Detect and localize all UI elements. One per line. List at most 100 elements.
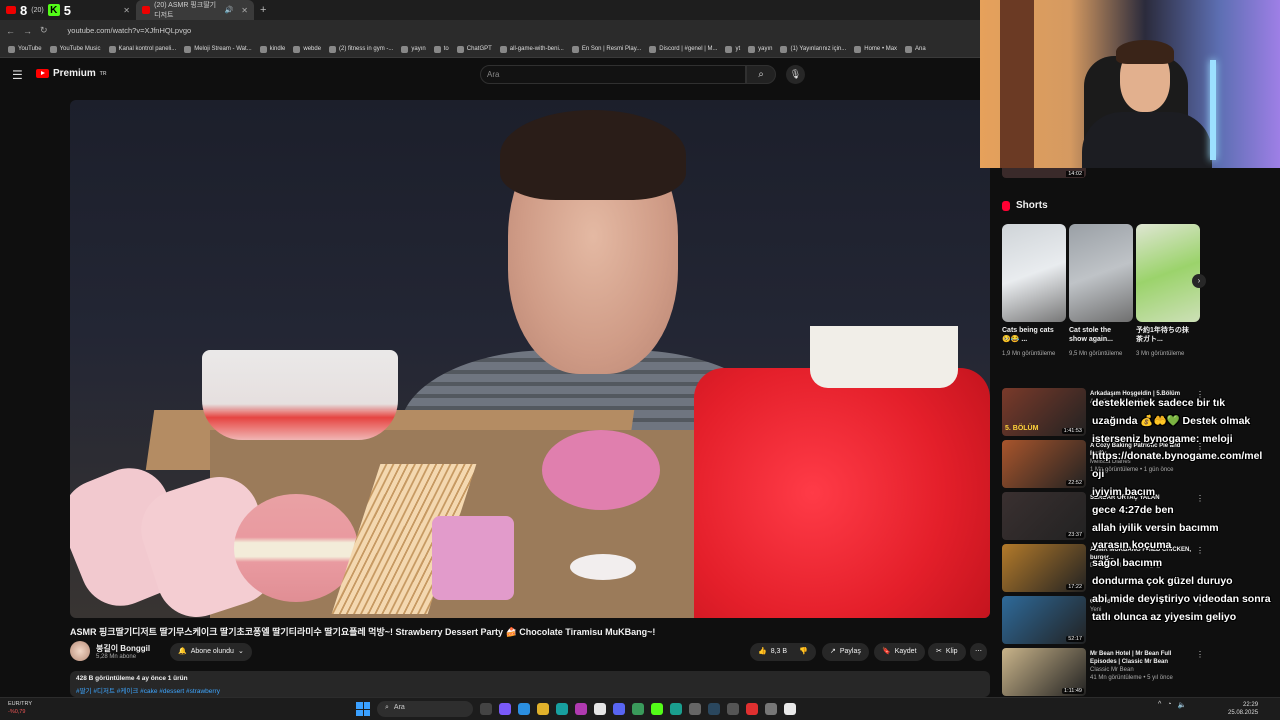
tab-close-icon[interactable]: ✕ bbox=[241, 6, 248, 15]
thumbs-down-icon[interactable]: 👎 bbox=[799, 643, 808, 661]
bookmark-item[interactable]: YouTube bbox=[8, 45, 42, 53]
description-box[interactable]: 428 B görüntüleme 4 ay önce 1 ürün #딸기 #… bbox=[70, 671, 990, 697]
chat-message: uzağında 💰🤲💚 Destek olmak bbox=[1092, 414, 1251, 427]
task-view-icon[interactable] bbox=[480, 703, 492, 715]
clock[interactable]: 22:29 25.08.2025 bbox=[1228, 701, 1258, 717]
clock-time: 22:29 bbox=[1243, 702, 1259, 708]
bookmark-item[interactable]: yayın bbox=[401, 45, 426, 53]
tab-first[interactable]: 8 (20) K 5 ✕ bbox=[0, 0, 136, 20]
bookmark-item[interactable]: En Son | Resmi Play... bbox=[571, 45, 641, 53]
channel-avatar[interactable] bbox=[70, 641, 90, 661]
bookmark-item[interactable]: Meloji Stream - Wat... bbox=[184, 45, 252, 53]
more-actions-button[interactable]: ⋯ bbox=[970, 643, 987, 661]
save-button[interactable]: 🔖 Kaydet bbox=[874, 643, 925, 661]
more-options-icon[interactable]: ⋮ bbox=[1196, 650, 1204, 659]
video-thumbnail[interactable]: 1:11:49 bbox=[1002, 648, 1086, 696]
discord-icon[interactable] bbox=[613, 703, 625, 715]
scissors-icon: ✂ bbox=[936, 648, 942, 655]
video-thumbnail[interactable]: 5. BÖLÜM 1:41:53 bbox=[1002, 388, 1086, 436]
wifi-icon[interactable]: ◔ bbox=[1167, 701, 1171, 709]
taskbar-search[interactable]: ⌕ Ara bbox=[377, 701, 473, 717]
currency-widget[interactable]: EUR/TRY -%0,79 bbox=[8, 700, 32, 716]
chat-message: isterseniz bynogame: meloji bbox=[1092, 432, 1233, 445]
tab-active[interactable]: (20) ASMR 핑크딸기디저트 🔊 ✕ bbox=[136, 0, 254, 20]
app-icon[interactable] bbox=[689, 703, 701, 715]
steam-icon[interactable] bbox=[708, 703, 720, 715]
search-icon[interactable]: ⌕ bbox=[746, 65, 776, 84]
chat-message: desteklemek sadece bir tık bbox=[1092, 397, 1226, 409]
app-icon[interactable] bbox=[765, 703, 777, 715]
bookmark-item[interactable]: Kanal kontrol paneli... bbox=[108, 45, 176, 53]
bookmark-item[interactable]: (1) Yayınlarınız için... bbox=[780, 45, 846, 53]
app-icon[interactable] bbox=[575, 703, 587, 715]
obs-icon[interactable] bbox=[784, 703, 796, 715]
bookmark-item[interactable]: yt bbox=[725, 45, 740, 53]
tab-close-icon[interactable]: ✕ bbox=[123, 6, 130, 15]
chevron-right-icon[interactable]: › bbox=[1192, 274, 1206, 288]
short-thumbnail[interactable] bbox=[1069, 224, 1133, 322]
video-thumbnail[interactable]: 22:52 bbox=[1002, 440, 1086, 488]
short-title[interactable]: Cats being cats 🥺😂 ... bbox=[1002, 326, 1060, 344]
bookmark-item[interactable]: (2) fitness in gym -... bbox=[329, 45, 393, 53]
bookmark-item[interactable]: Home • Max bbox=[854, 45, 897, 53]
overlay-score-left: 8 bbox=[20, 2, 28, 18]
bookmark-item[interactable]: Ana bbox=[905, 45, 926, 53]
clip-button[interactable]: ✂ Klip bbox=[928, 643, 966, 661]
bookmark-item[interactable]: webde bbox=[293, 45, 321, 53]
short-thumbnail[interactable] bbox=[1136, 224, 1200, 322]
youtube-logo[interactable]: Premium TR bbox=[36, 68, 106, 79]
macaron bbox=[234, 494, 358, 602]
channel-name[interactable]: 붕길이 Bonggil bbox=[96, 643, 150, 654]
forward-icon[interactable]: → bbox=[23, 26, 32, 36]
menu-icon[interactable]: ☰ bbox=[12, 68, 23, 82]
app-icon[interactable] bbox=[499, 703, 511, 715]
bookmark-item[interactable]: all-game-with-beni... bbox=[499, 45, 564, 53]
edge-icon[interactable] bbox=[556, 703, 568, 715]
video-thumbnail[interactable]: 52:17 bbox=[1002, 596, 1086, 644]
chevron-up-icon[interactable]: ^ bbox=[1158, 701, 1161, 709]
bookmark-item[interactable]: YouTube Music bbox=[49, 45, 101, 53]
bookmark-label: Discord | #genel | M... bbox=[659, 46, 718, 52]
share-button[interactable]: ↗ Paylaş bbox=[822, 643, 869, 661]
bookmark-item[interactable]: yayın bbox=[748, 45, 772, 53]
back-icon[interactable]: ← bbox=[6, 26, 15, 36]
bookmark-label: Meloji Stream - Wat... bbox=[194, 46, 252, 52]
search-input[interactable]: Ara bbox=[480, 65, 746, 84]
like-button[interactable]: 👍 8,3 B 👎 bbox=[750, 643, 816, 661]
bookmark-item[interactable]: to bbox=[433, 45, 449, 53]
speaker-icon[interactable]: 🔊 bbox=[225, 6, 234, 14]
app-icon[interactable] bbox=[670, 703, 682, 715]
subscribe-button[interactable]: 🔔 Abone olundu ⌄ bbox=[170, 643, 252, 661]
shelf bbox=[1000, 0, 1034, 168]
bookmark-icon bbox=[401, 45, 409, 53]
video-player[interactable] bbox=[70, 100, 990, 618]
app-icon[interactable] bbox=[632, 703, 644, 715]
app-icon[interactable] bbox=[727, 703, 739, 715]
file-explorer-icon[interactable] bbox=[537, 703, 549, 715]
new-tab-icon[interactable]: + bbox=[254, 4, 272, 16]
bookmark-icon bbox=[499, 45, 507, 53]
previous-video-thumbnail[interactable]: 14:02 bbox=[1002, 168, 1086, 178]
hashtags[interactable]: #딸기 #디저트 #케이크 #cake #dessert #strawberry bbox=[76, 685, 984, 695]
short-title[interactable]: Cat stole the show again... bbox=[1069, 326, 1127, 344]
reload-icon[interactable]: ↻ bbox=[40, 25, 48, 36]
bookmark-item[interactable]: ChatGPT bbox=[456, 45, 492, 53]
bookmark-label: kindle bbox=[269, 46, 286, 52]
url-field[interactable]: youtube.com/watch?v=XJfnHQLpvgo bbox=[68, 26, 192, 35]
video-thumbnail[interactable]: 23:37 bbox=[1002, 492, 1086, 540]
video-meta[interactable]: Mr Bean Hotel | Mr Bean Full Episodes | … bbox=[1090, 650, 1196, 682]
volume-icon[interactable]: 🔈 bbox=[1178, 701, 1187, 709]
microphone-icon[interactable]: 🎙 bbox=[786, 65, 805, 84]
bookmark-item[interactable]: kindle bbox=[259, 45, 286, 53]
bookmark-item[interactable]: Discord | #genel | M... bbox=[649, 45, 718, 53]
chrome-icon[interactable] bbox=[594, 703, 606, 715]
video-thumbnail[interactable]: 17:22 bbox=[1002, 544, 1086, 592]
opera-icon[interactable] bbox=[746, 703, 758, 715]
kick-icon[interactable] bbox=[651, 703, 663, 715]
app-icon[interactable] bbox=[518, 703, 530, 715]
kick-icon: K bbox=[47, 4, 60, 16]
short-thumbnail[interactable] bbox=[1002, 224, 1066, 322]
youtube-play-icon bbox=[36, 69, 49, 78]
short-title[interactable]: 予約1年待ちの抹茶ガト... bbox=[1136, 326, 1194, 344]
windows-start-icon[interactable] bbox=[356, 702, 370, 716]
